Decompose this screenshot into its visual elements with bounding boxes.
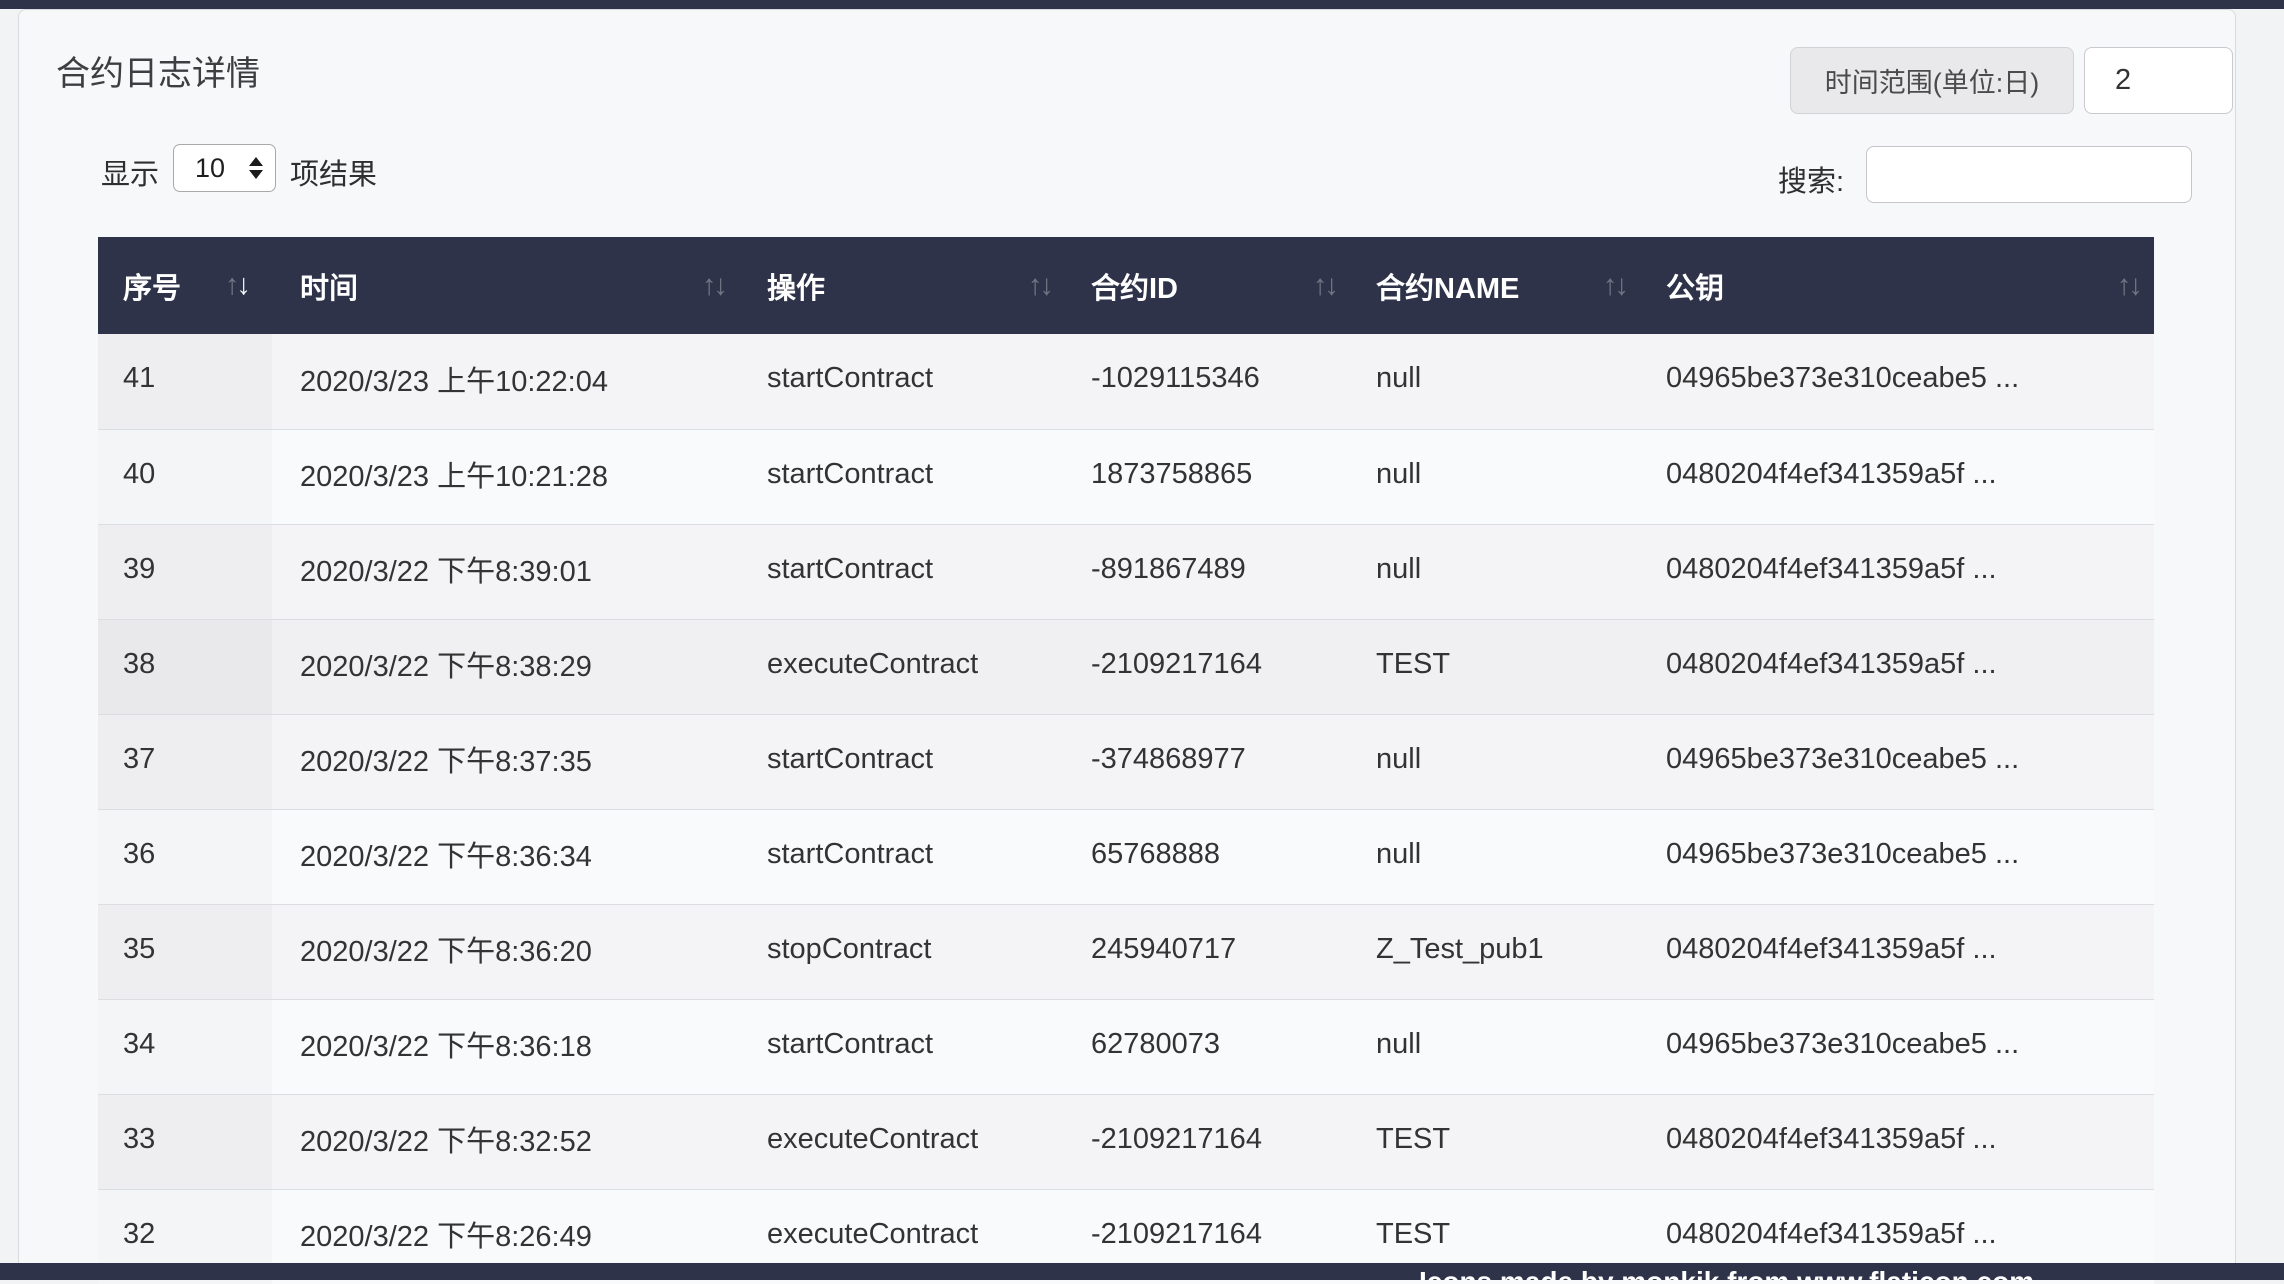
cell-index: 37 (98, 715, 272, 809)
cell-index: 36 (98, 810, 272, 904)
search-label: 搜索: (1778, 158, 1844, 200)
column-header-label: 合约ID (1091, 265, 1178, 307)
table-row: 352020/3/22 下午8:36:20stopContract2459407… (98, 904, 2154, 999)
cell-operation: startContract (739, 525, 1065, 619)
column-header-label: 合约NAME (1376, 265, 1519, 307)
cell-contract-name: null (1350, 1000, 1640, 1094)
cell-time: 2020/3/22 下午8:39:01 (272, 525, 739, 619)
spinner-up-icon (249, 157, 263, 166)
sort-arrows-icon: ↑↓ (1028, 269, 1051, 302)
cell-public-key: 04965be373e310ceabe5 ... (1640, 1000, 2154, 1094)
column-header-label: 公钥 (1666, 265, 1724, 307)
footer-credit: Icons made by monkik from www.flaticon.c… (1419, 1266, 2034, 1280)
cell-contract-name: TEST (1350, 1095, 1640, 1189)
column-header-contract-id[interactable]: 合约ID ↑↓ (1065, 237, 1350, 334)
spinner-down-icon (249, 170, 263, 179)
cell-index: 40 (98, 430, 272, 524)
top-accent-bar (0, 0, 2284, 9)
cell-index: 35 (98, 905, 272, 999)
sort-arrows-icon: ↑↓ (2117, 269, 2140, 302)
show-entries-label: 显示 (101, 151, 159, 193)
cell-contract-name: null (1350, 525, 1640, 619)
cell-public-key: 0480204f4ef341359a5f ... (1640, 1095, 2154, 1189)
cell-operation: stopContract (739, 905, 1065, 999)
cell-contract-id: 1873758865 (1065, 430, 1350, 524)
cell-index: 38 (98, 620, 272, 714)
cell-time: 2020/3/22 下午8:38:29 (272, 620, 739, 714)
table-row: 332020/3/22 下午8:32:52executeContract-210… (98, 1094, 2154, 1189)
cell-time: 2020/3/22 下午8:36:18 (272, 1000, 739, 1094)
column-header-label: 序号 (123, 265, 181, 307)
cell-public-key: 0480204f4ef341359a5f ... (1640, 905, 2154, 999)
column-header-label: 时间 (300, 265, 358, 307)
column-header-operation[interactable]: 操作 ↑↓ (739, 237, 1065, 334)
cell-public-key: 04965be373e310ceabe5 ... (1640, 715, 2154, 809)
cell-operation: executeContract (739, 620, 1065, 714)
cell-contract-id: 65768888 (1065, 810, 1350, 904)
cell-index: 39 (98, 525, 272, 619)
table-row: 342020/3/22 下午8:36:18startContract627800… (98, 999, 2154, 1094)
cell-time: 2020/3/22 下午8:37:35 (272, 715, 739, 809)
cell-operation: startContract (739, 715, 1065, 809)
search-input[interactable] (1866, 146, 2192, 203)
column-header-index[interactable]: 序号 ↑↓ (98, 237, 272, 334)
cell-operation: startContract (739, 430, 1065, 524)
column-header-contract-name[interactable]: 合约NAME ↑↓ (1350, 237, 1640, 334)
entries-suffix-label: 项结果 (290, 151, 377, 193)
cell-time: 2020/3/23 上午10:22:04 (272, 334, 739, 429)
cell-contract-name: Z_Test_pub1 (1350, 905, 1640, 999)
cell-index: 33 (98, 1095, 272, 1189)
cell-public-key: 04965be373e310ceabe5 ... (1640, 810, 2154, 904)
cell-index: 34 (98, 1000, 272, 1094)
table-header-row: 序号 ↑↓ 时间 ↑↓ 操作 ↑↓ 合约ID ↑↓ 合约NAME ↑↓ 公钥 ↑↓ (98, 237, 2154, 334)
column-header-public-key[interactable]: 公钥 ↑↓ (1640, 237, 2154, 334)
table-row: 402020/3/23 上午10:21:28startContract18737… (98, 429, 2154, 524)
cell-contract-id: -891867489 (1065, 525, 1350, 619)
sort-arrows-icon: ↑↓ (1313, 269, 1336, 302)
table-row: 412020/3/23 上午10:22:04startContract-1029… (98, 334, 2154, 429)
sort-arrows-icon: ↑↓ (225, 269, 248, 302)
cell-operation: startContract (739, 1000, 1065, 1094)
sort-arrows-icon: ↑↓ (1603, 269, 1626, 302)
cell-contract-name: null (1350, 334, 1640, 429)
time-range-input[interactable] (2084, 47, 2233, 114)
table-body: 412020/3/23 上午10:22:04startContract-1029… (98, 334, 2154, 1284)
table-row: 362020/3/22 下午8:36:34startContract657688… (98, 809, 2154, 904)
table-row: 372020/3/22 下午8:37:35startContract-37486… (98, 714, 2154, 809)
cell-contract-name: null (1350, 715, 1640, 809)
cell-public-key: 0480204f4ef341359a5f ... (1640, 525, 2154, 619)
page-size-select[interactable]: 10 (173, 144, 276, 192)
cell-time: 2020/3/22 下午8:32:52 (272, 1095, 739, 1189)
cell-public-key: 04965be373e310ceabe5 ... (1640, 334, 2154, 429)
cell-public-key: 0480204f4ef341359a5f ... (1640, 430, 2154, 524)
contract-log-table: 序号↑↓时间↑↓操作↑↓合约ID↑↓合约NAME↑↓公钥↑↓ 412020/3/… (98, 237, 2154, 1284)
page-title: 合约日志详情 (56, 46, 260, 95)
cell-index: 41 (98, 334, 272, 429)
cell-operation: executeContract (739, 1095, 1065, 1189)
cell-public-key: 0480204f4ef341359a5f ... (1640, 620, 2154, 714)
page-size-value: 10 (195, 153, 225, 184)
cell-time: 2020/3/22 下午8:36:20 (272, 905, 739, 999)
cell-contract-name: TEST (1350, 620, 1640, 714)
column-header-label: 操作 (767, 265, 825, 307)
cell-time: 2020/3/23 上午10:21:28 (272, 430, 739, 524)
cell-contract-id: 62780073 (1065, 1000, 1350, 1094)
cell-operation: startContract (739, 810, 1065, 904)
cell-contract-name: null (1350, 810, 1640, 904)
cell-time: 2020/3/22 下午8:36:34 (272, 810, 739, 904)
cell-contract-id: -2109217164 (1065, 1095, 1350, 1189)
table-row: 392020/3/22 下午8:39:01startContract-89186… (98, 524, 2154, 619)
cell-contract-id: -374868977 (1065, 715, 1350, 809)
table-row: 382020/3/22 下午8:38:29executeContract-210… (98, 619, 2154, 714)
column-header-time[interactable]: 时间 ↑↓ (272, 237, 739, 334)
cell-contract-id: 245940717 (1065, 905, 1350, 999)
time-range-label: 时间范围(单位:日) (1790, 47, 2074, 114)
cell-contract-id: -2109217164 (1065, 620, 1350, 714)
footer-bar: Icons made by monkik from www.flaticon.c… (0, 1263, 2284, 1280)
sort-arrows-icon: ↑↓ (702, 269, 725, 302)
cell-contract-name: null (1350, 430, 1640, 524)
cell-contract-id: -1029115346 (1065, 334, 1350, 429)
cell-operation: startContract (739, 334, 1065, 429)
select-spinner-icon (249, 157, 263, 179)
